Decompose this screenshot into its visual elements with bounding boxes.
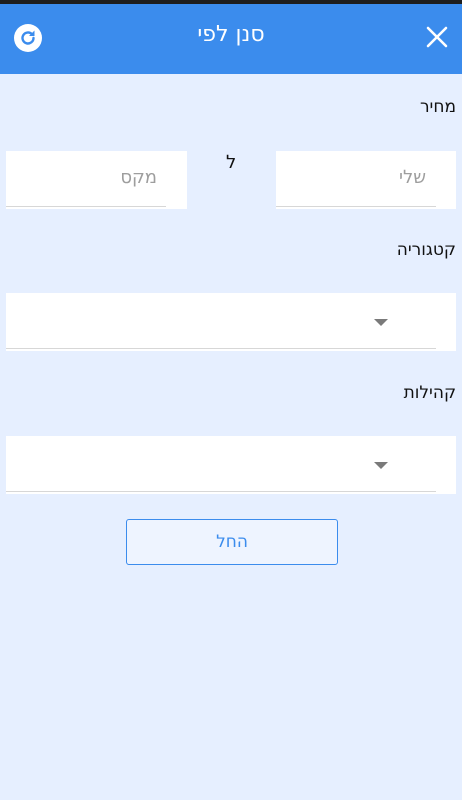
- min-price-input[interactable]: שלי: [276, 151, 456, 209]
- dropdown-arrow-icon: [374, 319, 388, 326]
- close-icon: [426, 26, 448, 48]
- category-dropdown[interactable]: [6, 293, 456, 351]
- min-price-placeholder: שלי: [398, 167, 426, 188]
- price-range-separator: ל: [226, 152, 237, 173]
- min-price-underline: [276, 206, 436, 207]
- page-title: סנן לפי: [197, 22, 265, 47]
- max-price-input[interactable]: מקס: [6, 151, 187, 209]
- price-label: מחיר: [419, 97, 456, 117]
- category-label: קטגוריה: [396, 240, 456, 260]
- communities-underline: [6, 491, 436, 492]
- category-underline: [6, 348, 436, 349]
- app-header: סנן לפי: [0, 4, 462, 74]
- dropdown-arrow-icon: [374, 462, 388, 469]
- apply-button[interactable]: החל: [126, 519, 338, 565]
- communities-label: קהילות: [403, 383, 456, 403]
- close-button[interactable]: [424, 22, 450, 52]
- max-price-placeholder: מקס: [120, 167, 157, 188]
- communities-dropdown[interactable]: [6, 436, 456, 494]
- max-price-underline: [6, 206, 166, 207]
- filter-page: סנן לפי מחיר שלי ל מקס קטגוריה קהילות הח…: [0, 0, 462, 800]
